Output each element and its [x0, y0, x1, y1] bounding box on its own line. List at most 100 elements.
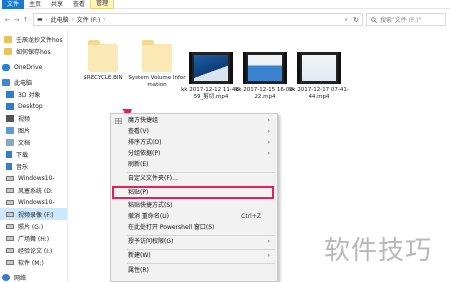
search-placeholder: 搜索"文件 (F:)" [380, 17, 422, 24]
file-item-video-2[interactable]: kk 2017-12-15 16-09-22.mp4 [235, 52, 295, 101]
navigation-pane: 壬辰龙抄文件hos 如何保存hos OneDrive 此电脑 3D 对象 Des… [0, 30, 68, 282]
folder-icon [88, 40, 118, 72]
navigation-row: ← → ↑ ▬ › 此电脑 › 文件 (F:) › ∨ ↻ 搜索"文件 (F:)… [0, 11, 450, 29]
file-item-video-3[interactable]: kk 2017-12-17 07-41-44.mp4 [289, 52, 349, 101]
chevron-right-icon: › [267, 252, 270, 259]
sidebar-item-drive-d[interactable]: 风塞系统 (D: [0, 184, 67, 196]
sidebar-item-pictures[interactable]: 图片 [0, 124, 67, 136]
file-item-system-volume[interactable]: System Volume Information [127, 40, 187, 89]
paste-highlight-box [112, 186, 274, 199]
sidebar-item-drive-h[interactable]: 广场舞 (H:) [0, 232, 67, 244]
sidebar-item-drive-f[interactable]: 视频录像 (F:) [0, 208, 67, 220]
drive-icon [6, 223, 14, 229]
video-thumbnail-icon [297, 52, 341, 84]
sidebar-item-drive-e[interactable]: Windows10- [0, 196, 67, 208]
drive-icon [6, 235, 14, 241]
up-icon[interactable]: ↑ [21, 16, 30, 24]
sidebar-item-downloads[interactable]: 下载 [0, 148, 67, 160]
sidebar-item-drive-c[interactable]: Windows10- [0, 172, 67, 184]
chevron-right-icon[interactable]: › [46, 17, 48, 23]
menu-item-give-access[interactable]: 授予访问权限(G) › [111, 237, 277, 247]
chevron-right-icon: › [267, 117, 270, 124]
menu-item-open-powershell[interactable]: 在此处打开 Powershell 窗口(S) [111, 223, 277, 233]
breadcrumb-this-pc[interactable]: 此电脑 [51, 15, 69, 24]
menu-item-new[interactable]: 新建(W) › [111, 251, 277, 261]
sidebar-item-quick-1[interactable]: 壬辰龙抄文件hos [0, 33, 67, 45]
video-thumbnail-icon [243, 52, 287, 84]
sidebar-item-drive-i[interactable]: 经验论文 (I:) [0, 244, 67, 256]
folder-icon [142, 40, 172, 72]
menu-item-mofang[interactable]: 魔方快捷组 › [111, 116, 277, 126]
menu-item-sort[interactable]: 排序方式(O) › [111, 138, 277, 148]
menu-separator [127, 172, 275, 173]
folder-icon [4, 47, 12, 55]
context-menu: 魔方快捷组 › 查看(V) › 排序方式(O) › 分组依据(P) › 刷新(E) 自定… [110, 113, 278, 282]
menu-item-group[interactable]: 分组依据(P) › [111, 149, 277, 159]
cube-icon [6, 90, 14, 98]
menu-item-refresh[interactable]: 刷新(E) [111, 160, 277, 170]
back-icon[interactable]: ← [3, 16, 12, 24]
sidebar-item-desktop[interactable]: Desktop [0, 100, 67, 112]
drive-icon [6, 187, 14, 193]
sidebar-item-3d-objects[interactable]: 3D 对象 [0, 88, 67, 100]
watermark-text: 软件技巧 [324, 236, 433, 266]
sidebar-item-onedrive[interactable]: OneDrive [0, 61, 67, 73]
download-icon [6, 150, 12, 158]
video-thumbnail-icon [189, 52, 233, 84]
search-icon [371, 16, 377, 23]
document-icon [6, 138, 14, 146]
network-icon [2, 273, 10, 281]
menu-separator [127, 263, 275, 264]
drive-small-icon: ▬ [37, 16, 43, 23]
ribbon-tab-strip: 文件 主页 共享 查看 管理 [0, 0, 450, 9]
menu-item-customize[interactable]: 自定义文件夹(F)... [111, 174, 277, 184]
chevron-right-icon: › [267, 150, 270, 157]
tab-share[interactable]: 共享 [46, 0, 68, 9]
tab-view[interactable]: 查看 [68, 0, 90, 9]
menu-item-view[interactable]: 查看(V) › [111, 127, 277, 137]
sidebar-item-videos[interactable]: 视频 [0, 112, 67, 124]
picture-icon [6, 126, 14, 134]
tab-home[interactable]: 主页 [24, 0, 46, 9]
sidebar-item-quick-2[interactable]: 如何保存hos [0, 45, 67, 57]
chevron-right-icon: › [267, 238, 270, 245]
music-icon [6, 162, 12, 170]
drive-icon [6, 247, 14, 253]
cloud-icon [2, 63, 10, 71]
menu-separator [127, 249, 275, 250]
file-item-recycle-bin[interactable]: $RECYCLE.BIN [73, 40, 133, 82]
drive-icon [6, 199, 14, 205]
breadcrumb-drive[interactable]: 文件 (F:) [77, 15, 101, 24]
file-item-video-1[interactable]: kk 2017-12-12 11-48-59_剪切.mp4 [181, 52, 241, 101]
menu-separator [127, 235, 275, 236]
sidebar-item-this-pc[interactable]: 此电脑 [0, 76, 67, 88]
search-box[interactable]: 搜索"文件 (F:)" [366, 13, 446, 26]
folder-icon [4, 35, 12, 43]
video-icon [6, 114, 14, 122]
sidebar-item-music[interactable]: 音乐 [0, 160, 67, 172]
drive-icon [6, 211, 14, 217]
tab-file[interactable]: 文件 [2, 0, 25, 9]
menu-item-properties[interactable]: 属性(R) [111, 266, 277, 276]
tab-manage[interactable]: 管理 [90, 0, 115, 9]
chevron-right-icon: › [267, 139, 270, 146]
refresh-icon[interactable]: ↻ [353, 16, 359, 24]
drive-icon [6, 175, 14, 181]
address-bar[interactable]: ▬ › 此电脑 › 文件 (F:) › ∨ ↻ [33, 13, 363, 26]
menu-item-paste-shortcut[interactable]: 粘贴快捷方式(S) [111, 201, 277, 211]
sidebar-item-network[interactable]: 网络 [0, 271, 67, 282]
sidebar-item-drive-g[interactable]: 照片 (G:) [0, 220, 67, 232]
chevron-right-icon[interactable]: › [72, 17, 74, 23]
desktop-icon [6, 102, 14, 110]
chevron-down-icon[interactable]: ∨ [344, 17, 348, 23]
sidebar-item-drive-m[interactable]: 软件 (M:) [0, 256, 67, 268]
drive-icon [6, 259, 14, 265]
chevron-right-icon: › [267, 128, 270, 135]
chevron-right-icon[interactable]: › [103, 17, 105, 23]
forward-icon[interactable]: → [12, 16, 21, 24]
menu-item-undo-rename[interactable]: 撤消 重命名(U) Ctrl+Z [111, 212, 277, 222]
computer-icon [2, 78, 10, 86]
sidebar-item-documents[interactable]: 文档 [0, 136, 67, 148]
shortcut-label: Ctrl+Z [241, 213, 261, 220]
grid-icon [115, 118, 122, 124]
